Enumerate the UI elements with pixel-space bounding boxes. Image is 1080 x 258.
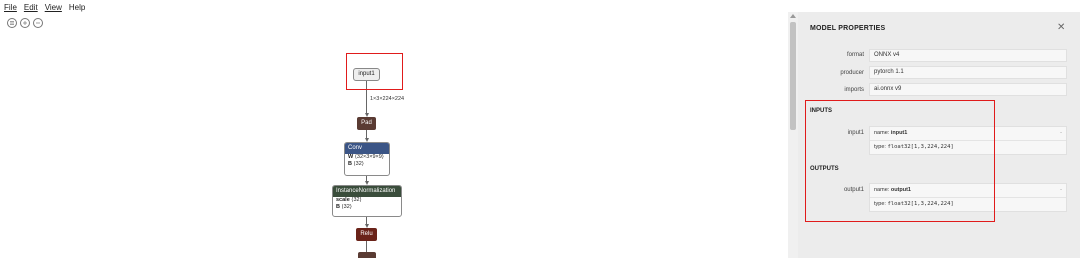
expand-toggle-output[interactable]: - (1060, 184, 1062, 197)
next-node[interactable] (358, 252, 376, 258)
highlight-box-input (346, 53, 403, 90)
edge-shape-label: 1×3×224×224 (370, 96, 405, 102)
graph-canvas[interactable]: input1 1×3×224×224 Pad Conv W ⟨32×3×9×9⟩… (0, 0, 788, 258)
conv-node[interactable]: Conv W ⟨32×3×9×9⟩ B ⟨32⟩ (344, 142, 390, 176)
scroll-up-icon[interactable] (790, 14, 796, 18)
expand-toggle-input[interactable]: - (1060, 127, 1062, 140)
pad-node[interactable]: Pad (357, 117, 376, 130)
conv-weight-key: W (348, 154, 354, 160)
close-icon[interactable]: ✕ (1057, 22, 1065, 33)
prop-value-producer: pytorch 1.1 (869, 66, 1067, 79)
prop-value-imports: ai.onnx v9 (869, 83, 1067, 96)
conv-bias-key: B (348, 161, 352, 167)
prop-label-imports: imports (844, 87, 864, 93)
conv-bias-shape: ⟨32⟩ (353, 161, 364, 167)
conv-bias-row: B ⟨32⟩ (345, 161, 389, 168)
instancenorm-bias-key: B (336, 204, 340, 210)
instancenorm-bias-row: B ⟨32⟩ (333, 204, 401, 211)
instancenorm-scale-row: scale ⟨32⟩ (333, 197, 401, 204)
instancenorm-node[interactable]: InstanceNormalization scale ⟨32⟩ B ⟨32⟩ (332, 185, 402, 217)
relu-node[interactable]: Relu (356, 228, 377, 241)
prop-label-format: format (846, 52, 864, 58)
netron-window: File Edit View Help input1 1×3×224×224 P… (0, 0, 1080, 258)
sidebar-title: MODEL PROPERTIES (810, 25, 886, 32)
highlight-box-io (805, 100, 995, 222)
conv-weight-shape: ⟨32×3×9×9⟩ (354, 154, 384, 160)
prop-label-producer: producer (840, 70, 864, 76)
instancenorm-scale-key: scale (336, 197, 350, 203)
instancenorm-scale-shape: ⟨32⟩ (351, 197, 362, 203)
edge-relu-next (366, 241, 367, 252)
instancenorm-node-title: InstanceNormalization (333, 186, 401, 197)
instancenorm-bias-shape: ⟨32⟩ (341, 204, 352, 210)
conv-weight-row: W ⟨32×3×9×9⟩ (345, 154, 389, 161)
prop-value-format: ONNX v4 (869, 49, 1067, 62)
sidebar-scrollbar-thumb[interactable] (790, 22, 796, 130)
conv-node-title: Conv (345, 143, 389, 154)
